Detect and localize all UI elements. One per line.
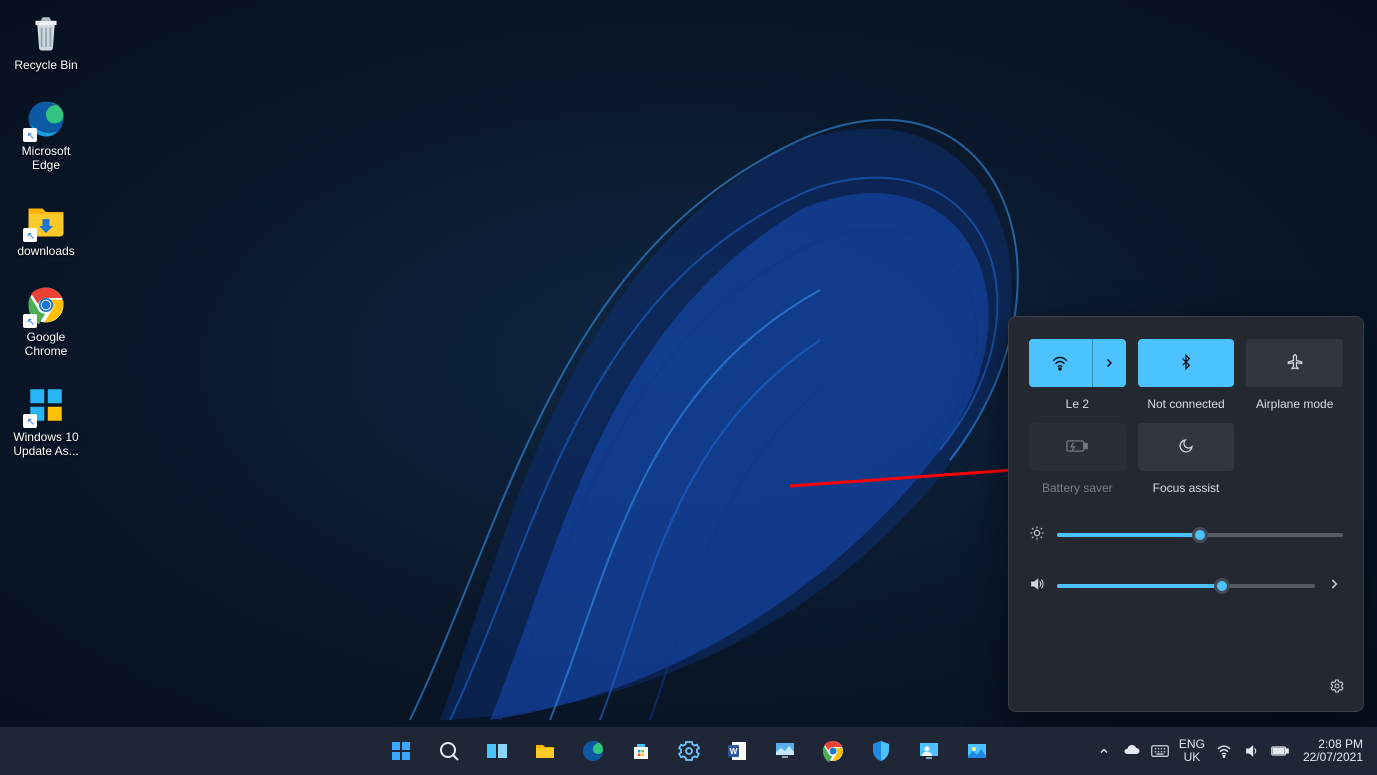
edge-icon <box>25 98 67 140</box>
wifi-tray-icon[interactable] <box>1215 742 1233 760</box>
photos-icon <box>965 739 989 763</box>
monitor-button[interactable] <box>765 731 805 771</box>
language-indicator[interactable]: ENG UK <box>1179 738 1205 764</box>
brightness-slider[interactable] <box>1057 533 1343 537</box>
chrome-icon <box>821 739 845 763</box>
people-icon <box>917 739 941 763</box>
brightness-slider-row <box>1029 525 1343 544</box>
bluetooth-tile-label: Not connected <box>1147 397 1224 411</box>
chrome-icon <box>25 284 67 326</box>
desktop-icon-label: Windows 10 Update As... <box>6 430 86 458</box>
desktop-icon-microsoft-edge[interactable]: Microsoft Edge <box>6 98 86 172</box>
photos-button[interactable] <box>957 731 997 771</box>
battery-saver-tile-label: Battery saver <box>1042 481 1113 495</box>
edge-icon <box>581 739 605 763</box>
taskbar-system-tray: ENG UK 2:08 PM 22/07/2021 <box>1095 727 1369 775</box>
desktop-icon-label: downloads <box>17 244 74 258</box>
desktop-icons: Recycle Bin Microsoft Edge downloads Goo… <box>6 12 96 458</box>
volume-tray-icon[interactable] <box>1243 742 1261 760</box>
people-button[interactable] <box>909 731 949 771</box>
task-view-button[interactable] <box>477 731 517 771</box>
search-icon <box>437 739 461 763</box>
wifi-tile[interactable] <box>1029 339 1126 387</box>
wifi-tile-label: Le 2 <box>1066 397 1089 411</box>
wifi-expand-button[interactable] <box>1092 339 1126 387</box>
quick-settings-panel: Le 2 Not connected Airplane mode <box>1008 316 1364 712</box>
gear-icon <box>1329 678 1345 694</box>
chrome-button[interactable] <box>813 731 853 771</box>
security-button[interactable] <box>861 731 901 771</box>
desktop[interactable]: Recycle Bin Microsoft Edge downloads Goo… <box>0 0 1377 727</box>
explorer-icon <box>533 739 557 763</box>
taskbar-center: W <box>381 731 997 771</box>
battery-tray-icon[interactable] <box>1271 742 1289 760</box>
battery-saver-icon <box>1066 439 1088 456</box>
volume-icon <box>1029 576 1045 595</box>
search-button[interactable] <box>429 731 469 771</box>
language-bottom: UK <box>1179 751 1205 764</box>
desktop-icon-label: Microsoft Edge <box>6 144 86 172</box>
bluetooth-tile[interactable] <box>1138 339 1235 387</box>
taskbar: W ENG UK 2:08 PM 22/07/2021 <box>0 727 1377 775</box>
start-icon <box>389 739 413 763</box>
brightness-icon <box>1029 525 1045 544</box>
desktop-icon-windows-update[interactable]: Windows 10 Update As... <box>6 384 86 458</box>
taskview-icon <box>485 739 509 763</box>
quick-settings-edit-button[interactable] <box>1329 678 1345 697</box>
settings-gear-icon <box>677 739 701 763</box>
focus-assist-tile-label: Focus assist <box>1153 481 1220 495</box>
volume-expand-button[interactable] <box>1327 577 1343 594</box>
desktop-icon-label: Google Chrome <box>6 330 86 358</box>
word-button[interactable]: W <box>717 731 757 771</box>
desktop-icon-downloads[interactable]: downloads <box>6 198 86 258</box>
desktop-icon-google-chrome[interactable]: Google Chrome <box>6 284 86 358</box>
file-explorer-button[interactable] <box>525 731 565 771</box>
onedrive-tray-icon[interactable] <box>1123 742 1141 760</box>
shield-icon <box>869 739 893 763</box>
airplane-tile[interactable] <box>1246 339 1343 387</box>
store-icon <box>629 739 653 763</box>
battery-saver-tile <box>1029 423 1126 471</box>
moon-icon <box>1178 438 1194 457</box>
tray-overflow-button[interactable] <box>1095 742 1113 760</box>
airplane-icon <box>1286 353 1304 374</box>
desktop-icon-label: Recycle Bin <box>14 58 77 72</box>
recycle-bin-icon <box>25 12 67 54</box>
bluetooth-icon <box>1178 353 1194 374</box>
airplane-tile-label: Airplane mode <box>1256 397 1333 411</box>
folder-icon <box>25 198 67 240</box>
windows-update-icon <box>25 384 67 426</box>
wifi-icon <box>1029 339 1092 387</box>
svg-text:W: W <box>729 747 737 756</box>
volume-slider-row <box>1029 576 1343 595</box>
volume-slider[interactable] <box>1057 584 1315 588</box>
word-icon: W <box>725 739 749 763</box>
clock-date: 22/07/2021 <box>1303 751 1363 764</box>
clock[interactable]: 2:08 PM 22/07/2021 <box>1303 738 1363 764</box>
start-button[interactable] <box>381 731 421 771</box>
edge-button[interactable] <box>573 731 613 771</box>
wallpaper-bloom <box>260 30 1080 730</box>
store-button[interactable] <box>621 731 661 771</box>
focus-assist-tile[interactable] <box>1138 423 1235 471</box>
keyboard-tray-icon[interactable] <box>1151 742 1169 760</box>
settings-button[interactable] <box>669 731 709 771</box>
desktop-icon-recycle-bin[interactable]: Recycle Bin <box>6 12 86 72</box>
monitor-icon <box>773 739 797 763</box>
